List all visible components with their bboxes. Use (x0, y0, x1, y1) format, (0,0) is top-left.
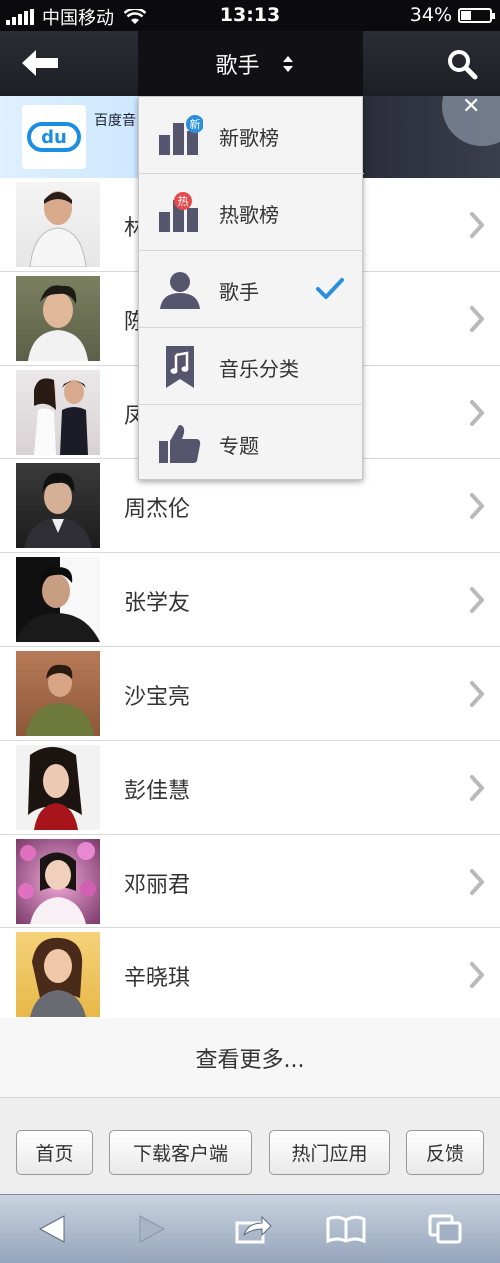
load-more-button[interactable]: 查看更多... (0, 1018, 500, 1098)
list-item[interactable]: 张学友 (0, 553, 500, 647)
banner-text: 百度音 (94, 113, 136, 129)
chevron-right-icon (470, 212, 484, 238)
checkmark-icon (316, 278, 344, 299)
menu-item-label: 音乐分类 (219, 357, 299, 381)
popular-apps-button[interactable]: 热门应用 (269, 1130, 390, 1175)
singer-name: 邓丽君 (124, 872, 191, 898)
tabs-icon[interactable] (428, 1213, 462, 1245)
singer-photo (16, 557, 100, 643)
chevron-right-icon (470, 868, 484, 895)
thumbs-up-icon (159, 425, 201, 463)
singer-photo (16, 932, 100, 1018)
battery-icon (458, 7, 495, 23)
singer-photo (16, 650, 100, 736)
menu-item-hot-songs[interactable]: 热 热歌榜 (139, 174, 364, 251)
list-item[interactable]: 邓丽君 (0, 834, 500, 929)
chart-new-icon: 新 (159, 115, 203, 155)
new-badge: 新 (190, 117, 201, 131)
singer-name: 沙宝亮 (124, 684, 191, 710)
browser-forward-icon[interactable] (134, 1213, 168, 1245)
menu-item-music-categories[interactable]: 音乐分类 (139, 328, 364, 405)
share-icon[interactable] (234, 1213, 272, 1245)
download-client-button[interactable]: 下载客户端 (109, 1130, 252, 1175)
battery-percent: 34% (409, 4, 452, 26)
person-icon (160, 272, 200, 309)
footer-links: 首页 下载客户端 热门应用 反馈 (0, 1099, 500, 1194)
menu-item-singers[interactable]: 歌手 (139, 251, 364, 328)
home-link-button[interactable]: 首页 (16, 1130, 93, 1175)
singer-photo (16, 463, 100, 549)
list-item[interactable]: 辛晓琪 (0, 928, 500, 1023)
chevron-right-icon (470, 962, 484, 989)
singer-name: 周杰伦 (124, 497, 191, 523)
chevron-right-icon (470, 680, 484, 707)
chart-hot-icon: 热 (159, 192, 198, 232)
list-item[interactable]: 彭佳慧 (0, 740, 500, 835)
chevron-right-icon (470, 399, 484, 426)
baidu-music-logo: du (22, 105, 86, 169)
singer-photo (16, 838, 100, 924)
category-dropdown: 新 新歌榜 热 热歌榜 歌手 音乐分类 专题 (138, 96, 364, 482)
menu-item-topics[interactable]: 专题 (139, 405, 364, 482)
menu-item-new-songs[interactable]: 新 新歌榜 (139, 97, 364, 174)
status-right: 34% (409, 4, 495, 26)
search-icon[interactable] (446, 48, 478, 80)
chevron-right-icon (470, 305, 484, 332)
hot-badge: 热 (178, 195, 189, 208)
menu-item-label: 热歌榜 (219, 203, 279, 227)
menu-item-label: 专题 (219, 434, 259, 458)
singer-photo (16, 182, 100, 267)
bookmarks-icon[interactable] (326, 1213, 366, 1245)
nav-title: 歌手 (215, 53, 260, 79)
sort-arrows-icon (282, 55, 293, 72)
chevron-right-icon (470, 774, 484, 801)
du-logo-icon: du (27, 122, 81, 152)
singer-name: 辛晓琪 (124, 966, 191, 992)
menu-item-label: 新歌榜 (219, 126, 279, 150)
nav-bar: 歌手 (0, 31, 500, 96)
list-item[interactable]: 沙宝亮 (0, 646, 500, 741)
singer-name: 彭佳慧 (124, 778, 191, 804)
feedback-button[interactable]: 反馈 (406, 1130, 484, 1175)
banner-close-button[interactable]: ✕ (442, 96, 500, 146)
status-bar: 中国移动 13:13 34% (0, 0, 500, 31)
singer-photo (16, 369, 100, 455)
chevron-right-icon (470, 493, 484, 520)
back-arrow-icon[interactable] (20, 48, 60, 78)
singer-name: 张学友 (124, 591, 191, 617)
close-icon: ✕ (462, 96, 481, 119)
browser-toolbar (0, 1194, 500, 1263)
singer-photo (16, 744, 100, 830)
music-note-icon (166, 346, 194, 388)
menu-item-label: 歌手 (219, 280, 259, 304)
load-more-label: 查看更多... (195, 1048, 305, 1073)
category-selector[interactable]: 歌手 (138, 31, 363, 96)
browser-back-icon[interactable] (36, 1213, 70, 1245)
singer-photo (16, 275, 100, 361)
chevron-right-icon (470, 587, 484, 614)
